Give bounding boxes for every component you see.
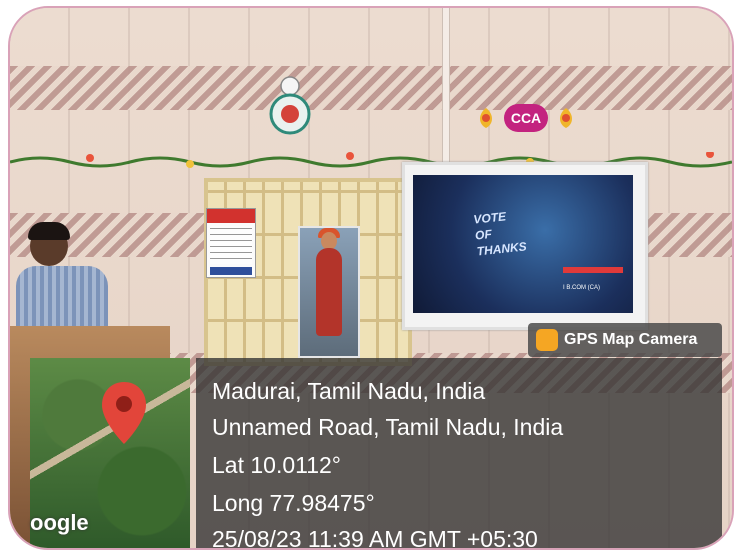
- map-attribution: oogle: [30, 510, 89, 535]
- slide-highlight-bar: [563, 267, 623, 273]
- gps-badge-label: GPS Map Camera: [564, 331, 698, 348]
- slide-subtitle: I B.COM (CA): [563, 285, 600, 291]
- projector-screen: VOTE OF THANKS I B.COM (CA): [402, 162, 648, 330]
- wall-tile-band: [10, 66, 732, 110]
- location-info-panel: Madurai, Tamil Nadu, India Unnamed Road,…: [196, 358, 722, 548]
- wall-calendar: [206, 208, 256, 278]
- map-pin-icon: [102, 382, 146, 444]
- flower-decoration-icon: [480, 108, 492, 128]
- portrait-frame: [298, 226, 360, 358]
- longitude: Long 77.98475°: [212, 490, 375, 516]
- slide-title: VOTE OF THANKS: [472, 209, 528, 259]
- presentation-slide: VOTE OF THANKS I B.COM (CA): [413, 175, 633, 313]
- photo-frame: CCA VOTE OF THANKS I B.COM (CA) GPS Map …: [8, 6, 734, 550]
- location-address: Unnamed Road, Tamil Nadu, India: [212, 414, 564, 440]
- timestamp: 25/08/23 11:39 AM GMT +05:30: [212, 526, 538, 550]
- latitude: Lat 10.0112°: [212, 452, 341, 478]
- gps-map-camera-badge: GPS Map Camera: [528, 323, 722, 357]
- location-city: Madurai, Tamil Nadu, India: [212, 378, 486, 404]
- cca-decoration: CCA: [472, 104, 582, 134]
- flower-decoration-icon: [560, 108, 572, 128]
- cca-badge: CCA: [504, 104, 548, 132]
- gps-map-camera-icon: [536, 329, 558, 351]
- wall-clock-emblem-icon: [269, 76, 311, 135]
- map-thumbnail: oogle: [30, 358, 190, 548]
